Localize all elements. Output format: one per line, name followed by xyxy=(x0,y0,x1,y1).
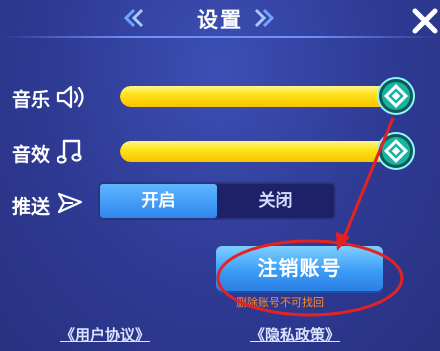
privacy-policy-link[interactable]: 《隐私政策》 xyxy=(250,324,340,345)
push-on-option[interactable]: 开启 xyxy=(100,184,217,218)
title-divider xyxy=(0,36,440,38)
send-icon xyxy=(57,192,83,214)
sfx-volume-fill xyxy=(120,141,396,162)
cancel-account-button[interactable]: 注销账号 xyxy=(216,246,383,291)
push-toggle: 开启 关闭 xyxy=(98,182,336,220)
music-slider-handle[interactable] xyxy=(377,77,415,115)
annotation-overlay xyxy=(216,117,404,317)
push-off-option[interactable]: 关闭 xyxy=(217,184,334,218)
delete-warning-text: 删除账号不可找回 xyxy=(236,296,324,309)
sfx-slider-handle[interactable] xyxy=(377,132,415,170)
close-icon[interactable] xyxy=(410,6,440,36)
sfx-volume-slider[interactable] xyxy=(120,141,396,162)
music-label: 音乐 xyxy=(12,89,51,111)
music-volume-slider[interactable] xyxy=(120,86,396,107)
music-note-icon xyxy=(57,139,82,164)
page-title: 设置 xyxy=(197,8,243,32)
double-chevron-right-icon xyxy=(254,8,275,28)
user-agreement-link[interactable]: 《用户协议》 xyxy=(60,324,150,345)
title-bar: 设置 xyxy=(0,0,440,38)
sfx-label: 音效 xyxy=(12,144,51,166)
push-label: 推送 xyxy=(12,196,51,218)
speaker-icon xyxy=(56,85,84,109)
music-volume-fill xyxy=(120,86,396,107)
